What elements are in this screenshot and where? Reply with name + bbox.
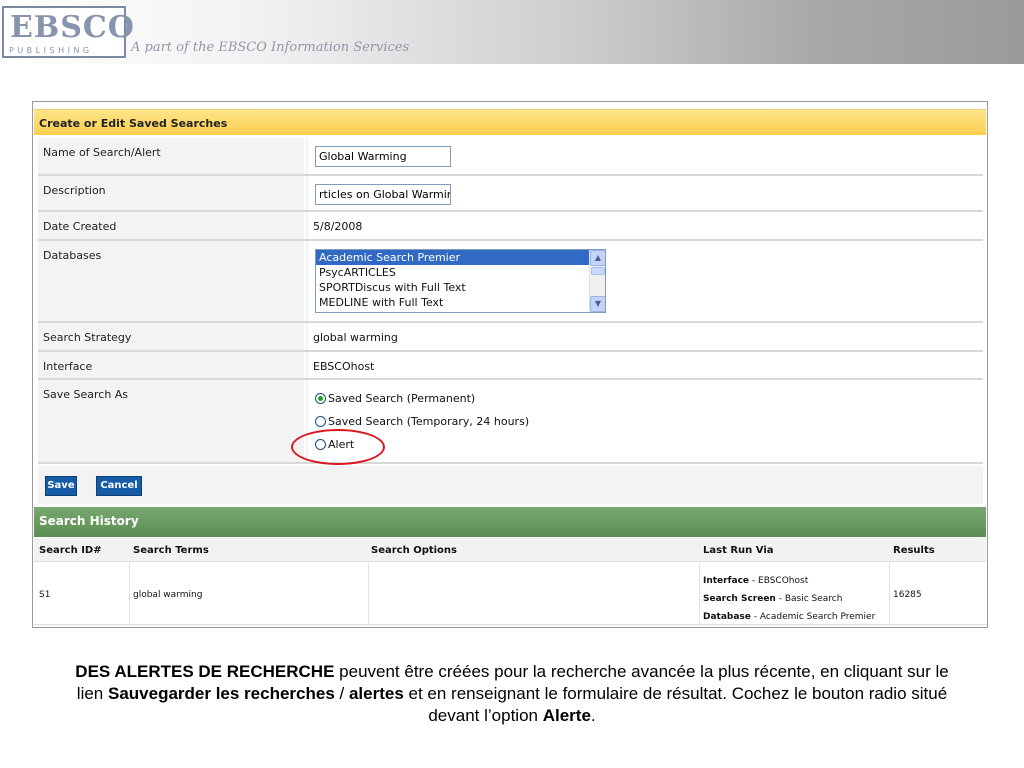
scroll-down-icon[interactable]: ▼	[590, 296, 605, 312]
date-value: 5/8/2008	[308, 212, 983, 239]
interface-label: Interface	[38, 352, 306, 378]
description-label: Description	[38, 176, 306, 210]
col-search-terms: Search Terms	[133, 545, 209, 556]
caption-text-4: .	[590, 706, 596, 725]
save-as-row: Save Search As Saved Search (Permanent) …	[38, 380, 983, 464]
database-option[interactable]: SPORTDiscus with Full Text	[316, 280, 590, 295]
history-terms: global warming	[133, 590, 203, 600]
databases-row: Databases Academic Search Premier PsycAR…	[38, 241, 983, 323]
strategy-label: Search Strategy	[38, 323, 306, 350]
option-permanent[interactable]: Saved Search (Permanent)	[315, 392, 475, 408]
databases-listbox[interactable]: Academic Search Premier PsycARTICLES SPO…	[315, 249, 606, 313]
name-row: Name of Search/Alert Global Warming	[38, 138, 983, 176]
ebsco-logo: EBSCO PUBLISHING	[2, 6, 134, 58]
history-table-header: Search ID# Search Terms Search Options L…	[34, 538, 986, 562]
strategy-row: Search Strategy global warming	[38, 323, 983, 352]
radio-permanent[interactable]	[315, 393, 326, 404]
history-results: 16285	[893, 590, 922, 600]
database-option[interactable]: MEDLINE with Full Text	[316, 295, 590, 310]
database-option[interactable]: PsycARTICLES	[316, 265, 590, 280]
last-run-database-value: - Academic Search Premier	[753, 612, 876, 622]
history-id: S1	[39, 590, 51, 600]
cancel-button[interactable]: Cancel	[96, 476, 142, 496]
name-label: Name of Search/Alert	[38, 138, 306, 174]
caption-bold-3: alertes	[348, 684, 404, 703]
header-banner: EBSCO PUBLISHING A part of the EBSCO Inf…	[0, 0, 1024, 64]
description-row: Description rticles on Global Warming	[38, 176, 983, 212]
strategy-value: global warming	[308, 323, 983, 350]
col-last-run-via: Last Run Via	[703, 545, 774, 556]
table-row: S1 global warming Interface - EBSCOhost …	[34, 563, 986, 625]
databases-label: Databases	[38, 241, 306, 321]
listbox-scrollbar[interactable]: ▲ ▼	[589, 250, 605, 312]
col-results: Results	[893, 545, 935, 556]
caption-text-2: /	[334, 684, 349, 703]
caption-bold-2: Sauvegarder les recherches	[107, 684, 335, 703]
database-option[interactable]: Academic Search Premier	[316, 250, 590, 265]
option-temporary-label: Saved Search (Temporary, 24 hours)	[328, 415, 530, 428]
search-history-title: Search History	[34, 507, 986, 537]
saved-search-panel: Create or Edit Saved Searches Name of Se…	[32, 101, 988, 628]
save-as-label: Save Search As	[38, 380, 306, 462]
col-search-options: Search Options	[371, 545, 458, 556]
name-input[interactable]: Global Warming	[315, 146, 451, 167]
description-input[interactable]: rticles on Global Warming	[315, 184, 451, 205]
tagline: A part of the EBSCO Information Services	[131, 40, 410, 55]
last-run-interface-label: Interface	[703, 576, 750, 586]
last-run-interface-value: - EBSCOhost	[751, 576, 809, 586]
last-run-database-label: Database	[703, 612, 751, 622]
logo-sub-text: PUBLISHING	[9, 46, 93, 55]
scroll-up-icon[interactable]: ▲	[590, 250, 605, 266]
radio-temporary[interactable]	[315, 416, 326, 427]
date-label: Date Created	[38, 212, 306, 239]
form-title: Create or Edit Saved Searches	[34, 109, 986, 135]
caption-text-3: et en renseignant le formulaire de résul…	[403, 684, 948, 725]
last-run-screen-label: Search Screen	[703, 594, 776, 604]
option-permanent-label: Saved Search (Permanent)	[328, 392, 476, 405]
interface-value: EBSCOhost	[308, 352, 983, 378]
interface-row: Interface EBSCOhost	[38, 352, 983, 380]
logo-main-text: EBSCO	[10, 10, 135, 45]
history-last-run: Interface - EBSCOhost Search Screen - Ba…	[703, 572, 875, 626]
caption-bold-1: DES ALERTES DE RECHERCHE	[75, 662, 335, 681]
scroll-thumb[interactable]	[591, 267, 605, 275]
caption-bold-4: Alerte	[542, 706, 591, 725]
date-row: Date Created 5/8/2008	[38, 212, 983, 241]
save-button[interactable]: Save	[45, 476, 77, 496]
col-search-id: Search ID#	[39, 545, 102, 556]
alert-highlight-ellipse	[291, 429, 385, 465]
last-run-screen-value: - Basic Search	[778, 594, 843, 604]
form-button-bar: Save Cancel	[38, 466, 983, 504]
slide-caption: DES ALERTES DE RECHERCHE peuvent être cr…	[60, 661, 964, 727]
